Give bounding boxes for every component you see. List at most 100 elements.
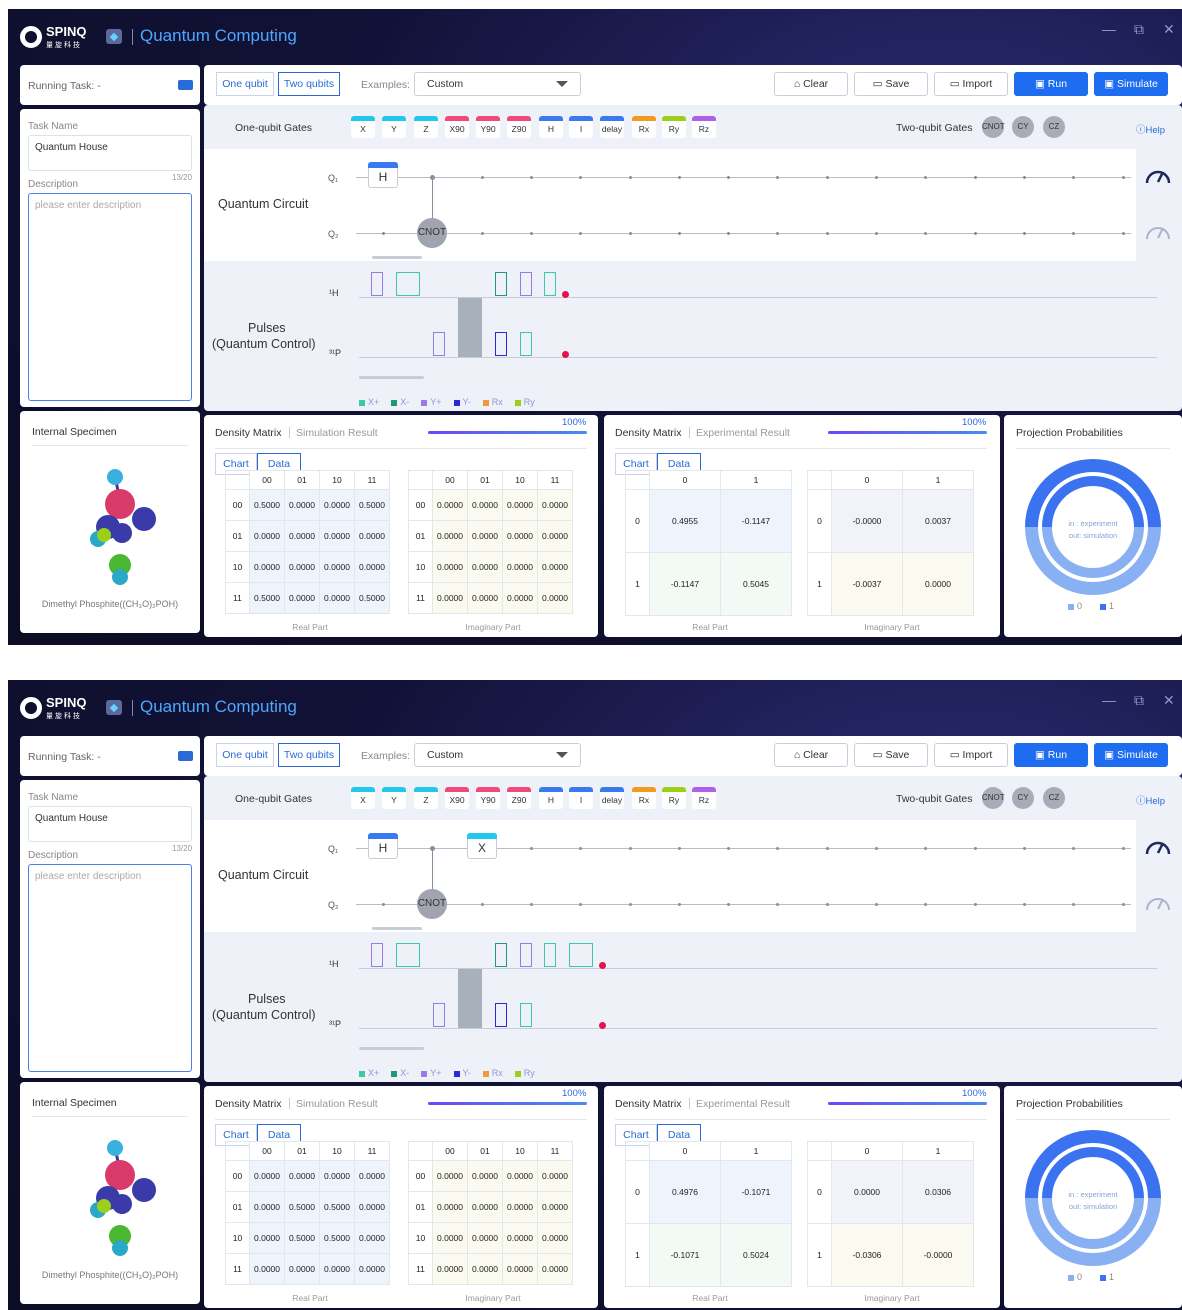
gate-chip-y90[interactable]: Y90 (476, 787, 500, 809)
wire-slot[interactable] (875, 176, 878, 179)
gate-chip-delay[interactable]: delay (600, 116, 624, 138)
home-icon[interactable] (106, 700, 122, 715)
wire-slot[interactable] (1072, 903, 1076, 906)
gate-chip-z90[interactable]: Z90 (507, 787, 531, 809)
pulses-scrollbar[interactable] (359, 376, 424, 379)
wire-slot[interactable] (382, 232, 385, 235)
gate-chip-rx[interactable]: Rx (632, 116, 656, 138)
wire-slot[interactable] (529, 176, 533, 179)
wire-slot[interactable] (727, 847, 731, 850)
wire-slot[interactable] (382, 903, 385, 906)
wire-slot[interactable] (1022, 847, 1026, 850)
wire-slot[interactable] (875, 847, 878, 850)
circuit-gate-h[interactable]: H (368, 162, 398, 188)
two-qubits-tab[interactable]: Two qubits (278, 72, 340, 96)
simulate-button[interactable]: ▣ Simulate (1094, 743, 1168, 767)
wire-slot[interactable] (924, 176, 928, 179)
cnot-gate-chip[interactable]: CNOT (982, 787, 1005, 809)
speed-gauge-disabled-icon[interactable] (1143, 890, 1173, 914)
maximize-icon[interactable]: ⧉ (1134, 692, 1144, 709)
speed-gauge-icon[interactable] (1143, 834, 1173, 858)
gate-chip-x90[interactable]: X90 (445, 116, 469, 138)
wire-slot[interactable] (973, 847, 977, 850)
wire-slot[interactable] (973, 232, 977, 235)
wire-slot[interactable] (1022, 232, 1026, 235)
wire-slot[interactable] (579, 847, 583, 850)
one-qubit-tab[interactable]: One qubit (216, 72, 274, 96)
wire-slot[interactable] (579, 176, 583, 179)
task-name-input[interactable]: Quantum House (28, 806, 192, 842)
maximize-icon[interactable]: ⧉ (1134, 21, 1144, 38)
circuit-gate-x[interactable]: X (467, 833, 497, 859)
wire-slot[interactable] (727, 176, 731, 179)
two-qubits-tab[interactable]: Two qubits (278, 743, 340, 767)
wire-slot[interactable] (529, 232, 533, 235)
run-button[interactable]: ▣ Run (1014, 743, 1088, 767)
wire-slot[interactable] (480, 232, 484, 235)
minimize-icon[interactable]: — (1102, 21, 1116, 37)
gate-chip-z[interactable]: Z (414, 116, 438, 138)
pulses-scrollbar[interactable] (359, 1047, 424, 1050)
wire-slot[interactable] (628, 847, 632, 850)
wire-slot[interactable] (579, 903, 583, 906)
wire-slot[interactable] (480, 176, 484, 179)
wire-slot[interactable] (1072, 847, 1076, 850)
wire-slot[interactable] (677, 847, 681, 850)
circuit-gate-cnot[interactable]: CNOT (417, 218, 447, 248)
home-icon[interactable] (106, 29, 122, 44)
wire-slot[interactable] (875, 232, 878, 235)
wire-slot[interactable] (727, 232, 731, 235)
wire-slot[interactable] (825, 232, 829, 235)
wire-slot[interactable] (579, 232, 583, 235)
wire-slot[interactable] (1121, 847, 1125, 850)
wire-slot[interactable] (825, 847, 829, 850)
wire-slot[interactable] (677, 176, 681, 179)
simulate-button[interactable]: ▣ Simulate (1094, 72, 1168, 96)
gate-chip-x90[interactable]: X90 (445, 787, 469, 809)
description-textarea[interactable]: please enter description (28, 864, 192, 1072)
wire-slot[interactable] (776, 232, 780, 235)
gate-chip-rz[interactable]: Rz (692, 787, 716, 809)
wire-slot[interactable] (529, 847, 533, 850)
run-button[interactable]: ▣ Run (1014, 72, 1088, 96)
help-link[interactable]: ⓘHelp (1136, 793, 1165, 807)
wire-slot[interactable] (924, 847, 928, 850)
wire-slot[interactable] (1072, 232, 1076, 235)
wire-slot[interactable] (1121, 176, 1125, 179)
wire-slot[interactable] (776, 176, 780, 179)
wire-slot[interactable] (924, 232, 928, 235)
wire-slot[interactable] (628, 232, 632, 235)
cy-gate-chip[interactable]: CY (1012, 116, 1034, 138)
wire-slot[interactable] (677, 232, 681, 235)
clear-button[interactable]: ⌂ Clear (774, 743, 848, 767)
cz-gate-chip[interactable]: CZ (1043, 116, 1065, 138)
gate-chip-y90[interactable]: Y90 (476, 116, 500, 138)
cnot-gate-chip[interactable]: CNOT (982, 116, 1005, 138)
gate-chip-rz[interactable]: Rz (692, 116, 716, 138)
examples-select[interactable]: Custom (414, 72, 581, 96)
gate-chip-x[interactable]: X (351, 787, 375, 809)
help-link[interactable]: ⓘHelp (1136, 122, 1165, 136)
cz-gate-chip[interactable]: CZ (1043, 787, 1065, 809)
wire-slot[interactable] (480, 903, 484, 906)
wire-slot[interactable] (825, 176, 829, 179)
close-icon[interactable]: ✕ (1163, 21, 1175, 38)
gate-chip-z[interactable]: Z (414, 787, 438, 809)
import-button[interactable]: ▭ Import (934, 743, 1008, 767)
wire-slot[interactable] (924, 903, 928, 906)
circuit-scrollbar[interactable] (372, 256, 422, 259)
gate-chip-ry[interactable]: Ry (662, 787, 686, 809)
gate-chip-i[interactable]: I (569, 787, 593, 809)
save-button[interactable]: ▭ Save (854, 72, 928, 96)
circuit-scrollbar[interactable] (372, 927, 422, 930)
wire-slot[interactable] (1072, 176, 1076, 179)
speed-gauge-icon[interactable] (1143, 163, 1173, 187)
wire-slot[interactable] (1121, 232, 1125, 235)
wire-slot[interactable] (628, 176, 632, 179)
examples-select[interactable]: Custom (414, 743, 581, 767)
wire-slot[interactable] (1022, 176, 1026, 179)
circuit-gate-h[interactable]: H (368, 833, 398, 859)
wire-slot[interactable] (825, 903, 829, 906)
save-button[interactable]: ▭ Save (854, 743, 928, 767)
gate-chip-i[interactable]: I (569, 116, 593, 138)
